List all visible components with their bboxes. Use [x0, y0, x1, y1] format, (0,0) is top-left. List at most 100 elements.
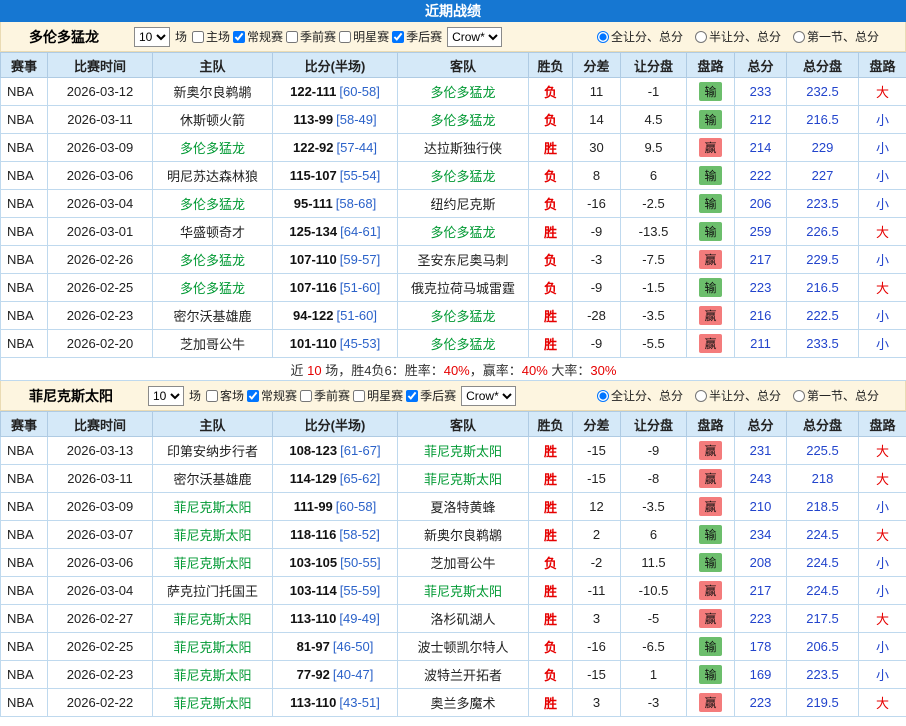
- odds-mode-radio[interactable]: 全让分、总分: [597, 387, 683, 404]
- away-team-cell[interactable]: 圣安东尼奥马刺: [398, 246, 529, 274]
- bookmaker-select[interactable]: Crow*: [447, 27, 502, 47]
- checkbox-input[interactable]: [339, 31, 351, 43]
- total-points-cell: 231: [735, 437, 787, 465]
- away-team-cell[interactable]: 多伦多猛龙: [398, 162, 529, 190]
- checkbox-input[interactable]: [353, 390, 365, 402]
- handicap-line-cell: -3.5: [621, 302, 687, 330]
- radio-input[interactable]: [793, 31, 805, 43]
- away-team-cell[interactable]: 菲尼克斯太阳: [398, 437, 529, 465]
- total-line-cell: 218: [787, 465, 859, 493]
- home-team-cell[interactable]: 多伦多猛龙: [153, 246, 273, 274]
- away-team-cell[interactable]: 洛杉矶湖人: [398, 605, 529, 633]
- away-team-cell[interactable]: 多伦多猛龙: [398, 78, 529, 106]
- over-under-cell: 小: [859, 190, 906, 218]
- handicap-line-cell: -3.5: [621, 493, 687, 521]
- checkbox-input[interactable]: [233, 31, 245, 43]
- total-points-cell: 211: [735, 330, 787, 358]
- away-team-cell[interactable]: 俄克拉荷马城雷霆: [398, 274, 529, 302]
- home-team-cell[interactable]: 菲尼克斯太阳: [153, 633, 273, 661]
- home-team-cell[interactable]: 明尼苏达森林狼: [153, 162, 273, 190]
- odds-mode-radio[interactable]: 半让分、总分: [695, 387, 781, 404]
- home-team-cell[interactable]: 菲尼克斯太阳: [153, 493, 273, 521]
- half-time-score: [55-54]: [340, 168, 380, 183]
- away-team-cell[interactable]: 波特兰开拓者: [398, 661, 529, 689]
- away-team-cell[interactable]: 芝加哥公牛: [398, 549, 529, 577]
- home-team-cell[interactable]: 菲尼克斯太阳: [153, 605, 273, 633]
- home-team-cell[interactable]: 密尔沃基雄鹿: [153, 302, 273, 330]
- away-team-cell[interactable]: 达拉斯独行侠: [398, 134, 529, 162]
- radio-input[interactable]: [695, 390, 707, 402]
- away-team-cell[interactable]: 新奥尔良鹈鹕: [398, 521, 529, 549]
- away-team-cell[interactable]: 多伦多猛龙: [398, 330, 529, 358]
- column-header: 比赛时间: [48, 53, 153, 78]
- odds-mode-radio[interactable]: 全让分、总分: [597, 28, 683, 45]
- away-team-cell[interactable]: 多伦多猛龙: [398, 218, 529, 246]
- away-team-cell[interactable]: 多伦多猛龙: [398, 302, 529, 330]
- home-team-cell[interactable]: 菲尼克斯太阳: [153, 549, 273, 577]
- checkbox-input[interactable]: [247, 390, 259, 402]
- handicap-result-cell: 赢: [687, 330, 735, 358]
- filter-checkbox[interactable]: 客场: [206, 387, 244, 404]
- total-line-cell: 216.5: [787, 274, 859, 302]
- home-team-cell[interactable]: 多伦多猛龙: [153, 274, 273, 302]
- final-score: 113-99: [293, 112, 333, 127]
- table-row: NBA 2026-02-27 菲尼克斯太阳 113-110[49-49] 洛杉矶…: [1, 605, 906, 633]
- league-cell: NBA: [1, 661, 48, 689]
- filter-checkbox[interactable]: 季前赛: [300, 387, 350, 404]
- radio-input[interactable]: [695, 31, 707, 43]
- checkbox-input[interactable]: [206, 390, 218, 402]
- away-team-cell[interactable]: 菲尼克斯太阳: [398, 465, 529, 493]
- filter-checkbox[interactable]: 季后赛: [406, 387, 456, 404]
- home-team-cell[interactable]: 菲尼克斯太阳: [153, 521, 273, 549]
- home-team-cell[interactable]: 多伦多猛龙: [153, 134, 273, 162]
- home-team-cell[interactable]: 萨克拉门托国王: [153, 577, 273, 605]
- home-team-cell[interactable]: 密尔沃基雄鹿: [153, 465, 273, 493]
- over-under-value: 小: [876, 668, 889, 683]
- filter-checkbox[interactable]: 明星赛: [353, 387, 403, 404]
- checkbox-input[interactable]: [286, 31, 298, 43]
- bookmaker-select[interactable]: Crow*: [461, 386, 516, 406]
- home-team-cell[interactable]: 芝加哥公牛: [153, 330, 273, 358]
- away-team-cell[interactable]: 波士顿凯尔特人: [398, 633, 529, 661]
- home-team-cell[interactable]: 菲尼克斯太阳: [153, 689, 273, 717]
- radio-input[interactable]: [597, 31, 609, 43]
- away-team-cell[interactable]: 奥兰多魔术: [398, 689, 529, 717]
- checkbox-input[interactable]: [300, 390, 312, 402]
- away-team-cell[interactable]: 纽约尼克斯: [398, 190, 529, 218]
- filter-checkbox[interactable]: 主场: [192, 28, 230, 45]
- date-cell: 2026-03-12: [48, 78, 153, 106]
- final-score: 77-92: [297, 667, 330, 682]
- games-count-select[interactable]: 10: [148, 386, 184, 406]
- home-team-cell[interactable]: 印第安纳步行者: [153, 437, 273, 465]
- filter-checkbox[interactable]: 季后赛: [392, 28, 442, 45]
- filter-checkbox[interactable]: 季前赛: [286, 28, 336, 45]
- total-line-cell: 233.5: [787, 330, 859, 358]
- home-team-cell[interactable]: 休斯顿火箭: [153, 106, 273, 134]
- table-row: NBA 2026-03-11 休斯顿火箭 113-99[58-49] 多伦多猛龙…: [1, 106, 906, 134]
- radio-label: 第一节、总分: [807, 387, 879, 404]
- checkbox-input[interactable]: [192, 31, 204, 43]
- total-points-cell: 259: [735, 218, 787, 246]
- filter-checkbox[interactable]: 常规赛: [233, 28, 283, 45]
- home-team-cell[interactable]: 新奥尔良鹈鹕: [153, 78, 273, 106]
- odds-mode-radio[interactable]: 半让分、总分: [695, 28, 781, 45]
- home-team-cell[interactable]: 多伦多猛龙: [153, 190, 273, 218]
- checkbox-input[interactable]: [406, 390, 418, 402]
- handicap-line-cell: -8: [621, 465, 687, 493]
- radio-input[interactable]: [597, 390, 609, 402]
- filter-checkbox[interactable]: 常规赛: [247, 387, 297, 404]
- home-team-cell[interactable]: 菲尼克斯太阳: [153, 661, 273, 689]
- away-team-cell[interactable]: 菲尼克斯太阳: [398, 577, 529, 605]
- games-count-select[interactable]: 10: [134, 27, 170, 47]
- odds-mode-radio[interactable]: 第一节、总分: [793, 28, 879, 45]
- radio-input[interactable]: [793, 390, 805, 402]
- away-team-cell[interactable]: 多伦多猛龙: [398, 106, 529, 134]
- win-loss-cell: 负: [529, 106, 573, 134]
- filter-checkbox[interactable]: 明星赛: [339, 28, 389, 45]
- table-row: NBA 2026-02-23 菲尼克斯太阳 77-92[40-47] 波特兰开拓…: [1, 661, 906, 689]
- over-under-value: 小: [876, 113, 889, 128]
- checkbox-input[interactable]: [392, 31, 404, 43]
- odds-mode-radio[interactable]: 第一节、总分: [793, 387, 879, 404]
- away-team-cell[interactable]: 夏洛特黄蜂: [398, 493, 529, 521]
- home-team-cell[interactable]: 华盛顿奇才: [153, 218, 273, 246]
